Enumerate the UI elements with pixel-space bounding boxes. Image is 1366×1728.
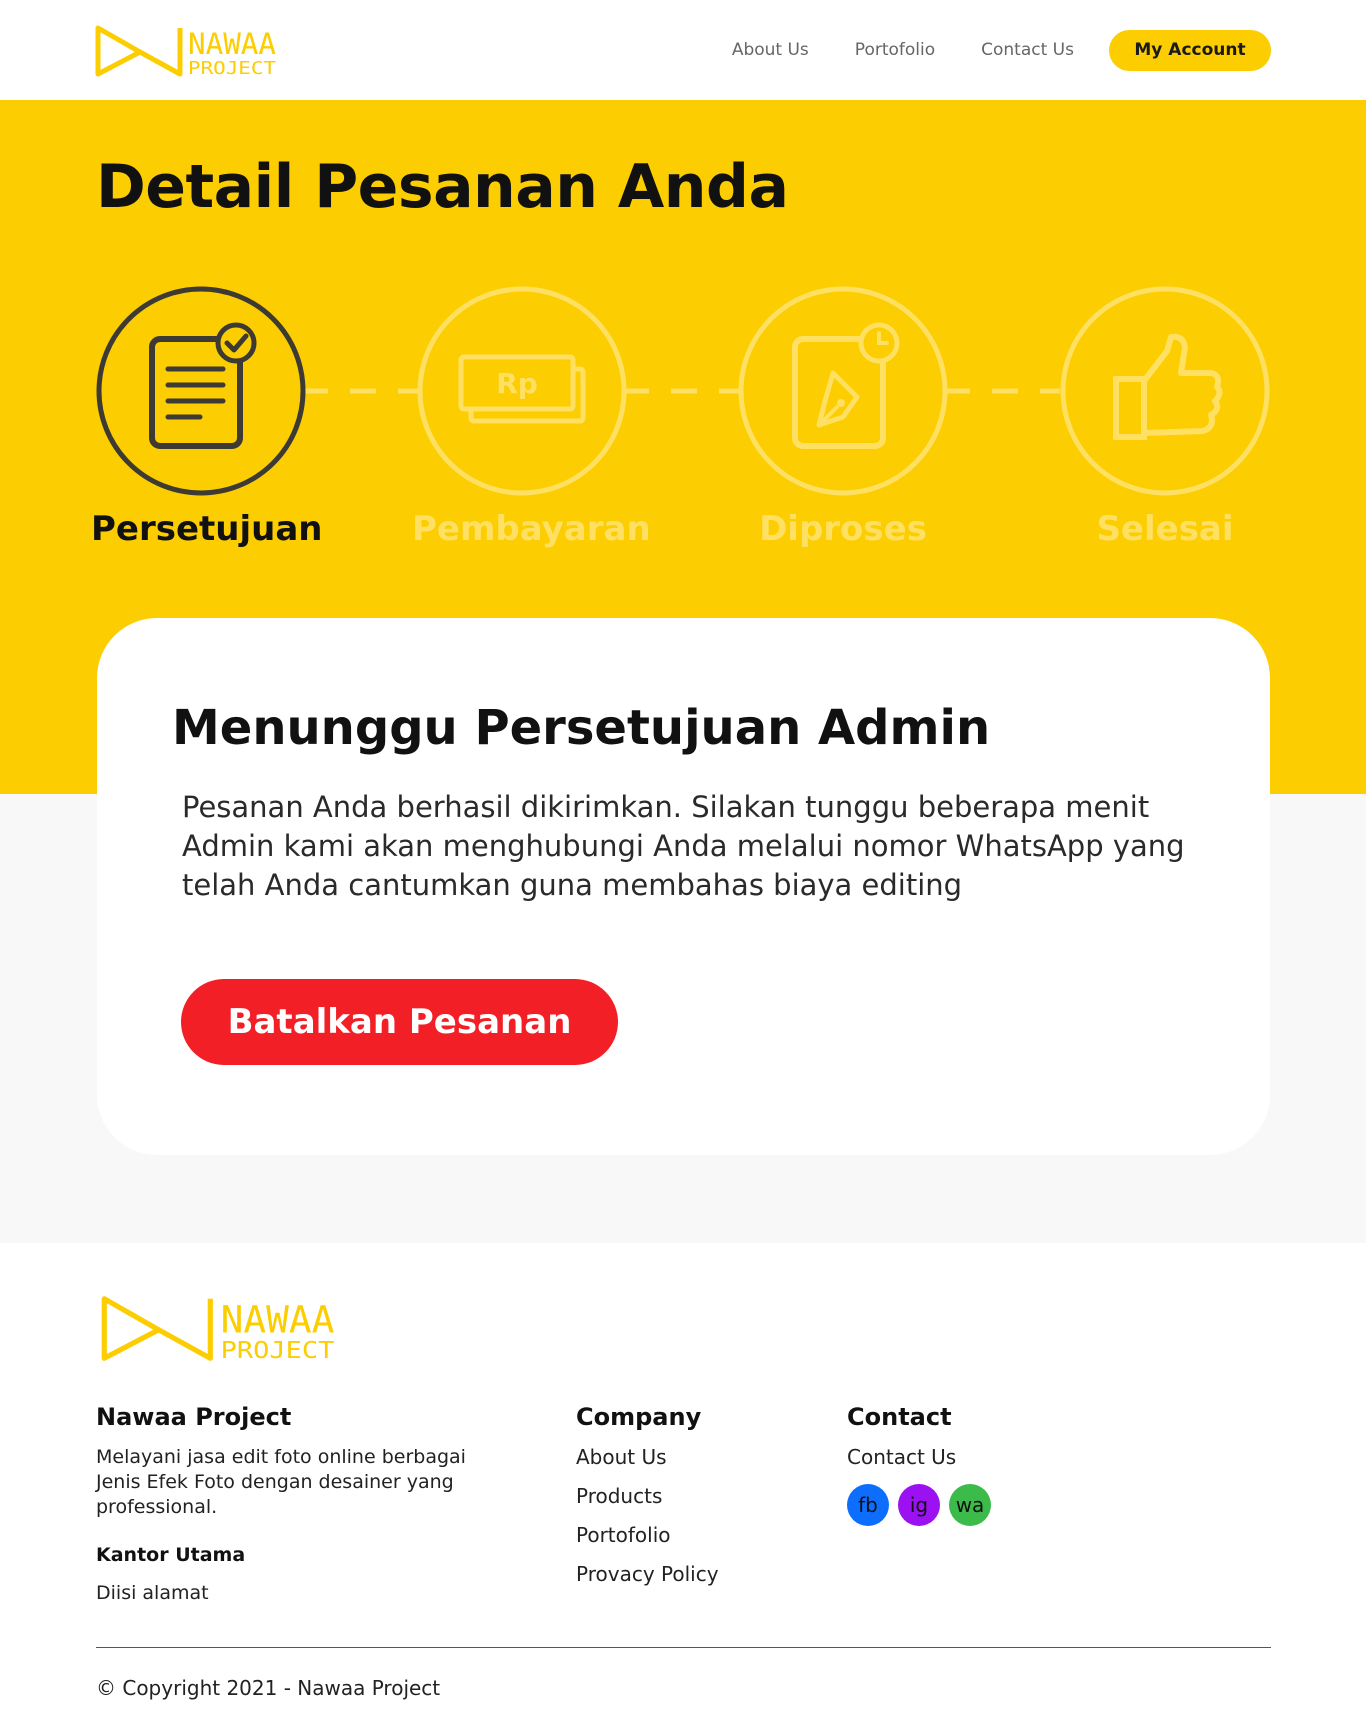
footer-link-about-us[interactable]: About Us: [576, 1445, 719, 1469]
step-label: Selesai: [1096, 509, 1234, 549]
svg-text:NAWAA: NAWAA: [221, 1297, 335, 1341]
footer-about: Nawaa Project Melayani jasa edit foto on…: [96, 1403, 476, 1604]
my-account-button[interactable]: My Account: [1109, 29, 1271, 71]
status-card: Menunggu Persetujuan Admin Pesanan Anda …: [97, 618, 1270, 1155]
site-footer: NAWAA PROJECT Nawaa Project Melayani jas…: [0, 1243, 1366, 1728]
office-address: Diisi alamat: [96, 1582, 209, 1604]
footer-link-products[interactable]: Products: [576, 1484, 719, 1508]
instagram-icon[interactable]: ig: [898, 1484, 940, 1526]
step-connector: [302, 388, 418, 394]
step-connector: [623, 388, 739, 394]
svg-text:NAWAA: NAWAA: [188, 27, 276, 61]
footer-contact: Contact Contact Us fb ig wa: [847, 1403, 1000, 1526]
thumbs-up-icon: [1060, 286, 1270, 496]
step-persetujuan: Persetujuan: [91, 285, 323, 549]
nawaa-logo[interactable]: NAWAA PROJECT: [95, 22, 280, 80]
svg-text:Rp: Rp: [496, 367, 538, 400]
step-label: Persetujuan: [91, 509, 323, 549]
page-title: Detail Pesanan Anda: [96, 152, 789, 222]
nawaa-logo-footer[interactable]: NAWAA PROJECT: [95, 1291, 345, 1366]
document-check-icon: [96, 286, 306, 496]
status-title: Menunggu Persetujuan Admin: [172, 700, 991, 756]
footer-link-portofolio[interactable]: Portofolio: [576, 1523, 719, 1547]
step-pembayaran: Rp Pembayaran: [412, 285, 651, 549]
footer-about-title: Nawaa Project: [96, 1403, 292, 1431]
step-connector: [944, 388, 1060, 394]
whatsapp-icon[interactable]: wa: [949, 1484, 991, 1526]
nav-portofolio[interactable]: Portofolio: [855, 40, 935, 60]
site-header: NAWAA PROJECT About Us Portofolio Contac…: [0, 0, 1366, 100]
footer-divider: [96, 1647, 1271, 1648]
nav-about-us[interactable]: About Us: [732, 40, 809, 60]
office-title: Kantor Utama: [96, 1544, 246, 1566]
footer-link-contact-us[interactable]: Contact Us: [847, 1445, 1000, 1469]
footer-company: Company About Us Products Portofolio Pro…: [576, 1403, 719, 1601]
step-label: Pembayaran: [412, 509, 651, 549]
main-nav: About Us Portofolio Contact Us My Accoun…: [732, 29, 1271, 71]
svg-text:PROJECT: PROJECT: [188, 58, 276, 79]
footer-about-desc: Melayani jasa edit foto online berbagai …: [96, 1446, 466, 1518]
svg-text:PROJECT: PROJECT: [221, 1337, 335, 1364]
nav-contact-us[interactable]: Contact Us: [981, 40, 1074, 60]
footer-company-title: Company: [576, 1403, 702, 1431]
footer-contact-title: Contact: [847, 1403, 952, 1431]
facebook-icon[interactable]: fb: [847, 1484, 889, 1526]
copyright: © Copyright 2021 - Nawaa Project: [96, 1676, 441, 1700]
step-selesai: Selesai: [1055, 285, 1275, 549]
step-diproses: Diproses: [733, 285, 953, 549]
edit-pen-clock-icon: [738, 286, 948, 496]
footer-link-privacy-policy[interactable]: Provacy Policy: [576, 1562, 719, 1586]
money-rp-icon: Rp: [417, 286, 627, 496]
step-label: Diproses: [759, 509, 927, 549]
status-message: Pesanan Anda berhasil dikirimkan. Silaka…: [182, 790, 1185, 902]
social-links: fb ig wa: [847, 1484, 1000, 1526]
cancel-order-button[interactable]: Batalkan Pesanan: [181, 979, 618, 1065]
